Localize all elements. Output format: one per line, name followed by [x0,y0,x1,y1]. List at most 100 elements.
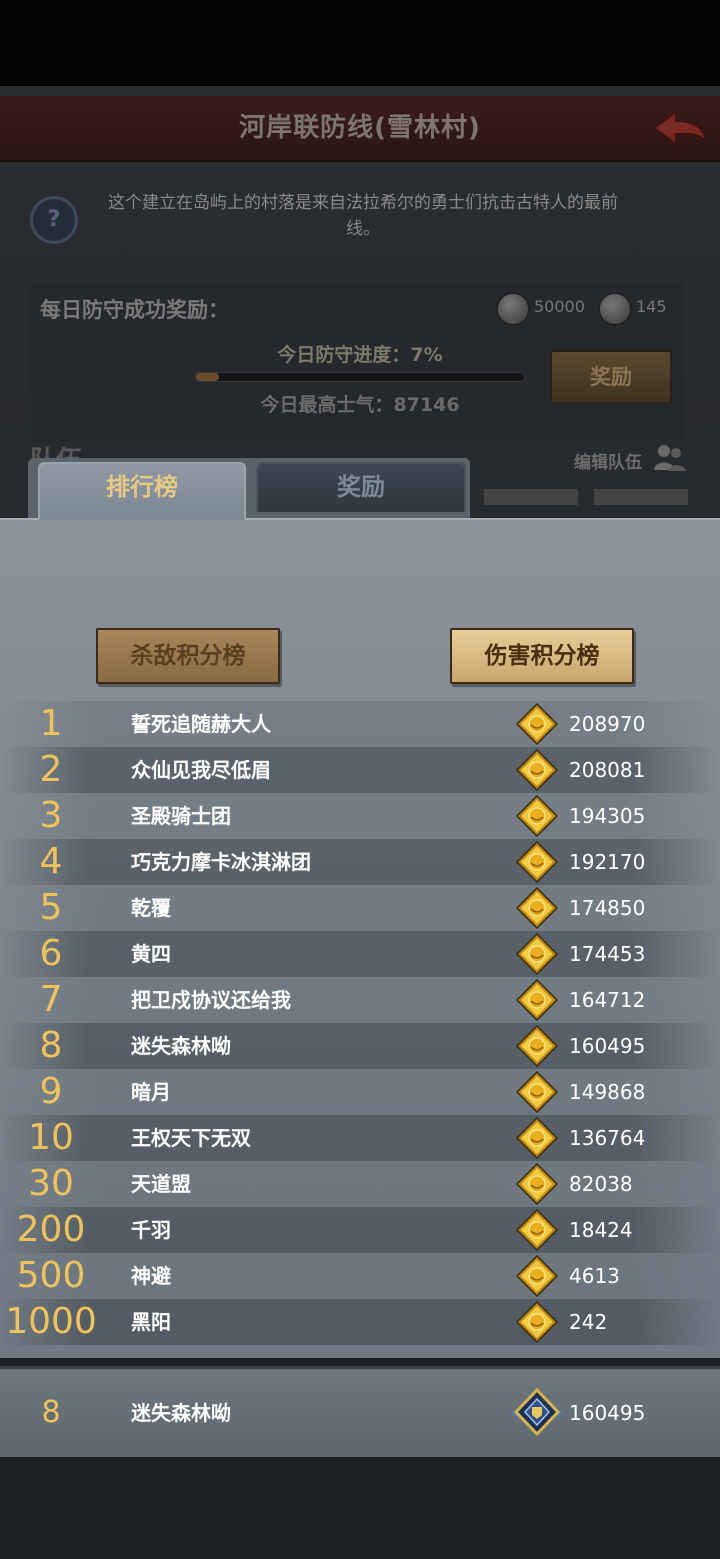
score-value: 194305 [569,804,646,828]
my-ranking-row: 8 迷失森林呦 160495 [0,1366,720,1457]
back-arrow-icon[interactable] [650,108,710,148]
guild-name: 神避 [131,1264,171,1288]
rank-number: 8 [39,1025,63,1066]
team-slot [592,487,690,505]
ranking-row[interactable]: 6 黄四 174453 [0,931,720,977]
ranking-row[interactable]: 30 天道盟 82038 [0,1161,720,1207]
stone-icon [598,292,632,326]
ranking-row[interactable]: 7 把卫戍协议还给我 164712 [0,977,720,1023]
ranking-row[interactable]: 1 誓死追随赫大人 208970 [0,701,720,747]
guild-badge-icon [510,1387,564,1437]
gold-medal-icon [516,1163,558,1205]
score-value: 208970 [569,712,646,736]
gold-medal-icon [516,703,558,745]
gold-medal-icon [516,795,558,837]
ranking-row[interactable]: 4 巧克力摩卡冰淇淋团 192170 [0,839,720,885]
guild-name: 把卫戍协议还给我 [131,988,291,1012]
score-value: 164712 [569,988,646,1012]
kill-score-board-button[interactable]: 杀敌积分榜 [96,628,280,684]
rank-number: 10 [28,1117,74,1158]
score-value: 242 [569,1310,608,1334]
rank-number: 5 [39,887,63,928]
help-icon[interactable]: ? [30,196,78,244]
defense-progress-label: 今日防守进度：7% [277,344,443,366]
guild-name: 誓死追随赫大人 [131,712,271,736]
guild-name: 暗月 [131,1080,171,1104]
guild-name: 乾覆 [131,896,171,920]
ranking-row[interactable]: 500 神避 4613 [0,1253,720,1299]
guild-name: 黄四 [131,942,171,966]
location-description: 这个建立在岛屿上的村落是来自法拉希尔的勇士们抗击古特人的最前 线。 [108,193,618,239]
my-rank: 8 [41,1395,61,1430]
rank-number: 4 [39,841,63,882]
location-title: 河岸联防线(雪林村) [239,113,481,143]
max-morale-label: 今日最高士气：87146 [260,394,460,416]
status-bar [0,0,720,86]
ranking-row[interactable]: 8 迷失森林呦 160495 [0,1023,720,1069]
gold-medal-icon [516,887,558,929]
gold-medal-icon [516,1025,558,1067]
stone-value: 145 [636,297,667,316]
guild-name: 天道盟 [131,1172,191,1196]
tab-rewards[interactable]: 奖励 [256,462,466,512]
score-value: 136764 [569,1126,646,1150]
rank-number: 9 [39,1071,63,1112]
ranking-row[interactable]: 1000 黑阳 242 [0,1299,720,1345]
defense-progress-fill [196,373,219,381]
team-members-icon[interactable] [652,442,688,472]
silver-coin-icon [496,292,530,326]
rank-number: 6 [39,933,63,974]
guild-name: 千羽 [131,1218,171,1242]
guild-name: 圣殿骑士团 [131,804,231,828]
silver-coin-value: 50000 [534,297,585,316]
tab-ranking[interactable]: 排行榜 [38,462,246,520]
gold-medal-icon [516,1209,558,1251]
rank-number: 200 [16,1209,86,1250]
daily-reward-label: 每日防守成功奖励： [40,298,229,322]
edit-team-button[interactable]: 编辑队伍 [574,448,642,473]
guild-name: 黑阳 [131,1310,171,1334]
score-value: 160495 [569,1034,646,1058]
bottom-bar [0,1462,720,1559]
rank-number: 1000 [5,1301,97,1342]
guild-name: 迷失森林呦 [131,1034,231,1058]
daily-reward-button[interactable]: 奖励 [550,350,672,404]
rank-number: 30 [28,1163,74,1204]
score-value: 18424 [569,1218,633,1242]
ranking-row[interactable]: 3 圣殿骑士团 194305 [0,793,720,839]
ranking-list: 1 誓死追随赫大人 208970 2 众仙见我尽低眉 208081 3 圣殿骑士团 194305… [0,701,720,1345]
team-slot [482,487,580,505]
my-guild-name: 迷失森林呦 [131,1401,231,1425]
rank-number: 7 [39,979,63,1020]
guild-name: 众仙见我尽低眉 [131,758,271,782]
rank-number: 2 [39,749,63,790]
rank-number: 500 [16,1255,86,1296]
gold-medal-icon [516,1255,558,1297]
gold-medal-icon [516,1117,558,1159]
gold-medal-icon [516,1301,558,1343]
guild-name: 巧克力摩卡冰淇淋团 [131,850,311,874]
guild-name: 王权天下无双 [131,1126,251,1150]
ranking-row[interactable]: 9 暗月 149868 [0,1069,720,1115]
ranking-row[interactable]: 5 乾覆 174850 [0,885,720,931]
score-value: 174453 [569,942,646,966]
gold-medal-icon [516,749,558,791]
ranking-row[interactable]: 2 众仙见我尽低眉 208081 [0,747,720,793]
damage-score-board-button[interactable]: 伤害积分榜 [450,628,634,684]
gold-medal-icon [516,979,558,1021]
score-value: 192170 [569,850,646,874]
defense-progress-bar [195,372,525,382]
my-score: 160495 [569,1401,646,1425]
gold-medal-icon [516,1071,558,1113]
gold-medal-icon [516,933,558,975]
score-value: 149868 [569,1080,646,1104]
score-value: 82038 [569,1172,633,1196]
location-header: 河岸联防线(雪林村) [0,96,720,162]
rank-number: 1 [39,703,63,744]
score-value: 208081 [569,758,646,782]
ranking-row[interactable]: 10 王权天下无双 136764 [0,1115,720,1161]
ranking-row[interactable]: 200 千羽 18424 [0,1207,720,1253]
score-value: 4613 [569,1264,620,1288]
score-value: 174850 [569,896,646,920]
rank-number: 3 [39,795,63,836]
